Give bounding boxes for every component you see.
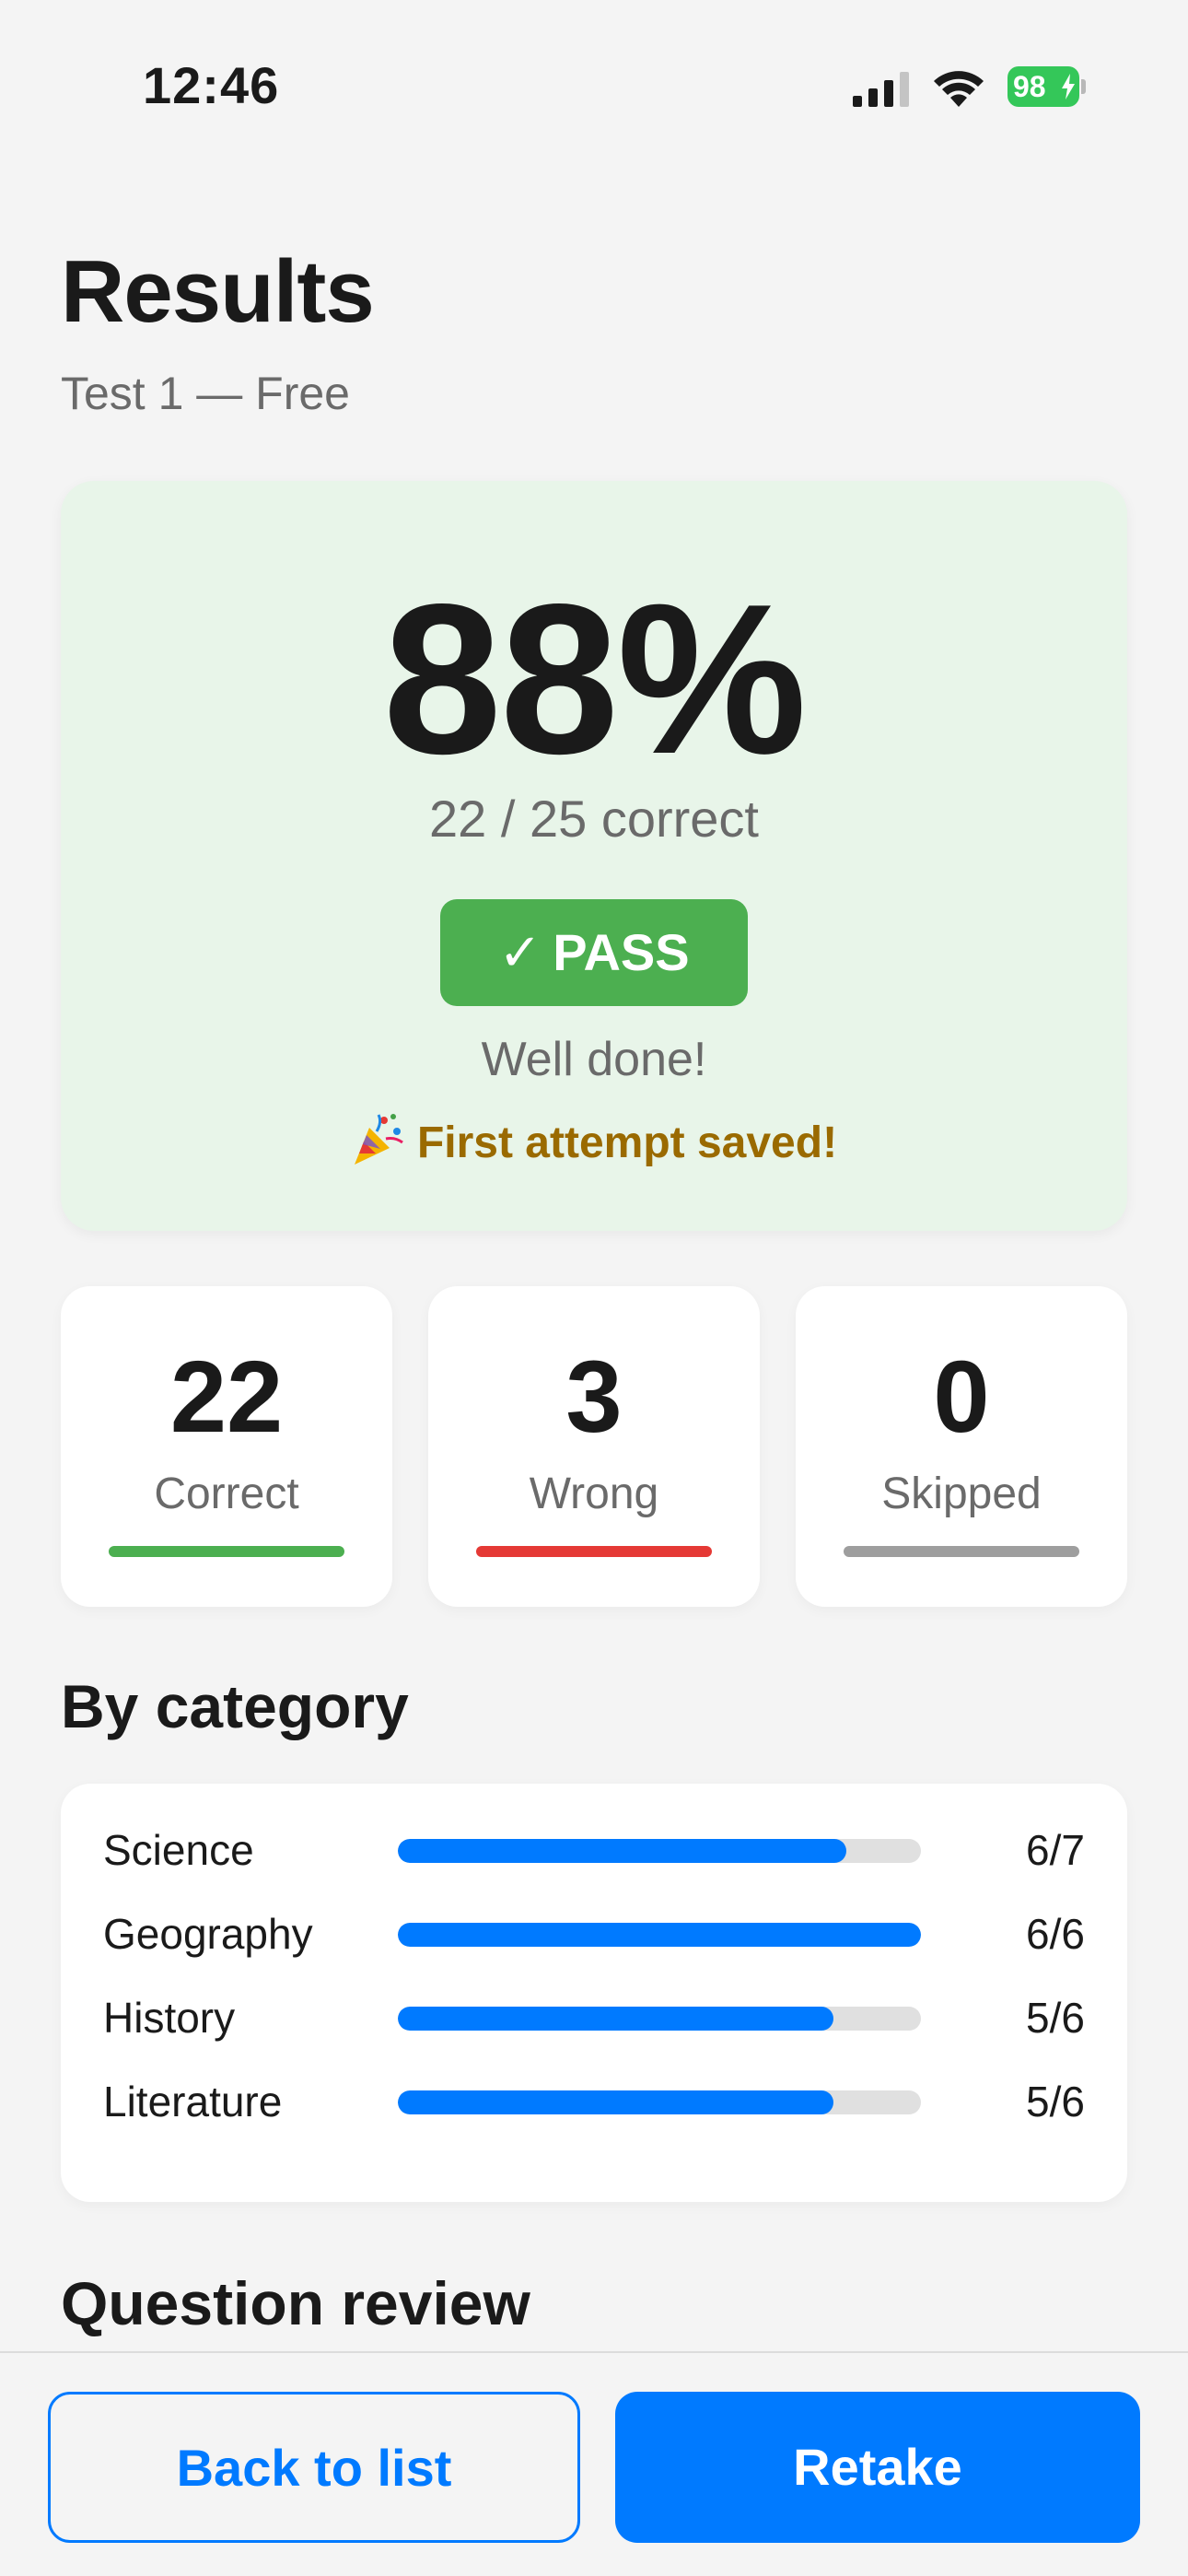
category-progress-track — [398, 2007, 921, 2031]
check-icon: ✓ — [498, 923, 542, 981]
category-progress-fill — [398, 1839, 846, 1863]
stat-card-correct: 22 Correct — [61, 1286, 392, 1607]
back-to-list-button[interactable]: Back to list — [48, 2392, 580, 2543]
stat-card-skipped: 0 Skipped — [796, 1286, 1127, 1607]
category-section-title: By category — [61, 1672, 409, 1740]
stat-indicator-line — [844, 1546, 1079, 1557]
saved-message-line: First attempt saved! — [61, 1111, 1127, 1168]
stat-label: Wrong — [529, 1469, 659, 1518]
stat-label: Correct — [154, 1469, 299, 1518]
stat-value: 3 — [565, 1341, 623, 1454]
wifi-icon — [934, 71, 984, 107]
category-card: Science 6/7 Geography 6/6 History 5/6 Li… — [61, 1784, 1127, 2202]
category-progress-fill — [398, 1923, 921, 1947]
result-message: Well done! — [481, 1033, 707, 1086]
stat-value: 22 — [169, 1341, 284, 1454]
bolt-icon — [1062, 74, 1075, 100]
category-name: Literature — [103, 2078, 283, 2125]
party-popper-icon — [354, 1114, 403, 1165]
category-progress-track — [398, 2090, 921, 2114]
score-correct-count: 22 / 25 correct — [429, 790, 759, 848]
category-name: Geography — [103, 1910, 313, 1958]
page-title: Results — [61, 242, 375, 341]
cellular-signal-icon — [853, 72, 909, 107]
category-row-history: History 5/6 — [61, 1990, 1127, 2045]
stat-card-wrong: 3 Wrong — [428, 1286, 760, 1607]
status-time: 12:46 — [143, 56, 280, 114]
category-name: History — [103, 1994, 236, 2042]
category-row-science: Science 6/7 — [61, 1822, 1127, 1878]
page-subtitle: Test 1 — Free — [61, 368, 350, 419]
category-name: Science — [103, 1826, 254, 1874]
category-score: 6/7 — [1026, 1826, 1085, 1874]
category-score: 6/6 — [1026, 1910, 1085, 1958]
battery-charging-icon: 98 — [1007, 66, 1087, 107]
retake-button[interactable]: Retake — [615, 2392, 1140, 2543]
category-progress-track — [398, 1923, 921, 1947]
stat-indicator-line — [476, 1546, 712, 1557]
pass-badge-label: PASS — [553, 923, 690, 981]
category-progress-fill — [398, 2090, 834, 2114]
battery-level: 98 — [1013, 70, 1046, 103]
status-bar: 12:46 98 — [0, 0, 1188, 175]
category-score: 5/6 — [1026, 1994, 1085, 2042]
stat-label: Skipped — [881, 1469, 1042, 1518]
category-row-geography: Geography 6/6 — [61, 1906, 1127, 1961]
category-progress-fill — [398, 2007, 834, 2031]
score-percent: 88% — [382, 560, 807, 799]
category-progress-track — [398, 1839, 921, 1863]
pass-badge: ✓ PASS — [440, 899, 748, 1006]
stat-value: 0 — [933, 1341, 990, 1454]
category-row-literature: Literature 5/6 — [61, 2074, 1127, 2129]
stat-indicator-line — [109, 1546, 344, 1557]
results-screen: 12:46 98 Results Test 1 — Free 88% 22 / … — [0, 0, 1188, 2576]
category-score: 5/6 — [1026, 2078, 1085, 2125]
bottom-action-bar: Back to list Retake — [0, 2351, 1188, 2576]
saved-message: First attempt saved! — [416, 1118, 838, 1167]
review-section-title: Question review — [61, 2269, 530, 2337]
score-card: 88% 22 / 25 correct ✓ PASS Well done! Fir… — [61, 481, 1127, 1231]
